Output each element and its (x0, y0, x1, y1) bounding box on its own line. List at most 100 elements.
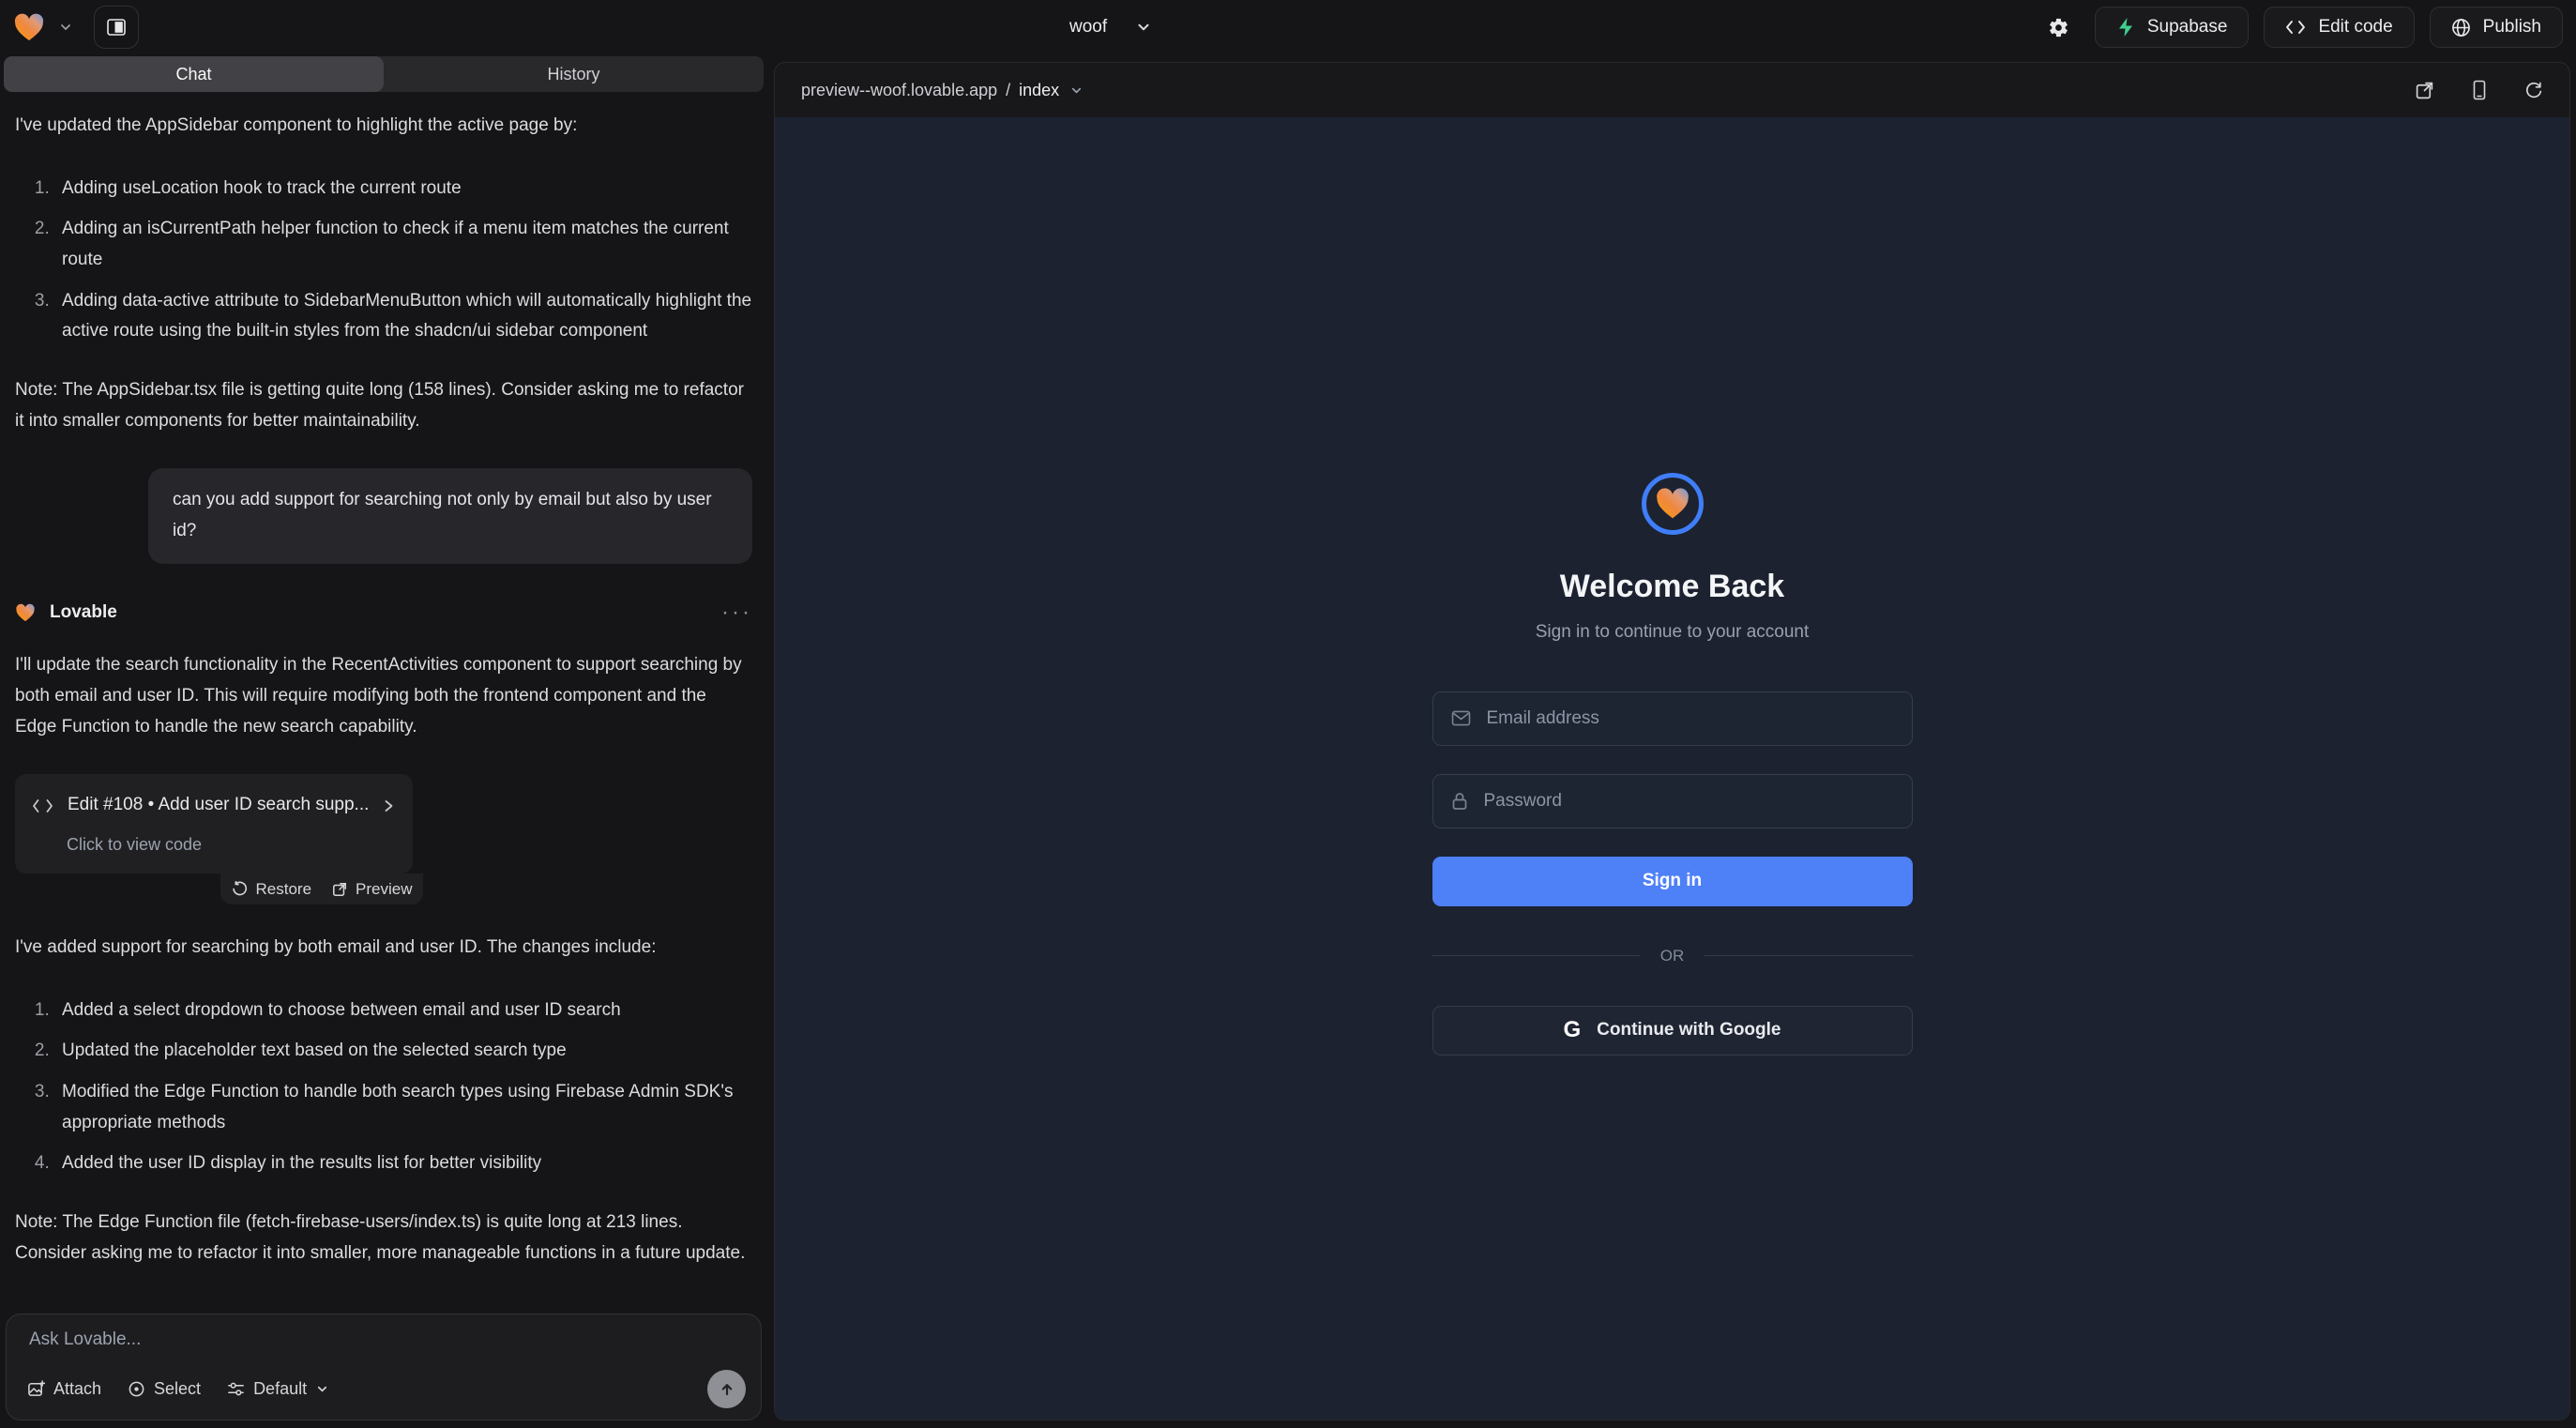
edit-card-actions: Restore Preview (220, 874, 423, 904)
mobile-view-icon[interactable] (2472, 80, 2487, 100)
tab-history-label: History (547, 65, 599, 84)
message-menu-button[interactable]: ··· (721, 601, 752, 624)
select-element-button[interactable]: Select (128, 1379, 201, 1399)
list-item: Modified the Edge Function to handle bot… (54, 1077, 752, 1138)
assistant-message-note: Note: The Edge Function file (fetch-fire… (15, 1208, 752, 1268)
chat-panel: Chat History I've updated the AppSidebar… (0, 54, 767, 1428)
path-separator: / (1006, 81, 1010, 100)
edit-card-title: Edit #108 • Add user ID search supp... (68, 790, 368, 821)
panel-layout-icon (106, 17, 127, 38)
edit-version-card[interactable]: Edit #108 • Add user ID search supp... C… (15, 774, 413, 874)
preview-button-label: Preview (356, 875, 412, 903)
attach-image-icon (27, 1380, 45, 1398)
list-item: Added the user ID display in the results… (54, 1148, 752, 1179)
user-message-text: can you add support for searching not on… (173, 490, 712, 540)
restore-button[interactable]: Restore (232, 875, 312, 903)
assistant-message-list: Adding useLocation hook to track the cur… (15, 174, 752, 347)
lovable-heart-icon (15, 603, 36, 622)
tab-history[interactable]: History (384, 56, 764, 92)
list-item: Added a select dropdown to choose betwee… (54, 995, 752, 1026)
code-brackets-icon (2285, 19, 2306, 36)
google-sign-in-button[interactable]: G Continue with Google (1432, 1006, 1913, 1056)
supabase-button[interactable]: Supabase (2095, 7, 2250, 48)
send-button[interactable] (707, 1370, 746, 1408)
open-in-new-tab-icon[interactable] (2415, 81, 2434, 100)
mode-selector-label: Default (253, 1379, 307, 1399)
assistant-message-text: I've added support for searching by both… (15, 933, 752, 964)
assistant-name: Lovable (50, 598, 117, 629)
preview-app-viewport: Welcome Back Sign in to continue to your… (775, 117, 2569, 1420)
project-switcher[interactable]: woof (1069, 0, 1152, 54)
or-divider: OR (1432, 947, 1913, 965)
mode-selector[interactable]: Default (227, 1379, 329, 1399)
email-field-wrapper (1432, 691, 1913, 746)
tab-chat-label: Chat (175, 65, 211, 84)
sidebar-toggle-button[interactable] (94, 6, 139, 49)
select-button-label: Select (154, 1379, 201, 1399)
publish-button[interactable]: Publish (2430, 7, 2563, 48)
page-title: Welcome Back (1560, 569, 1784, 605)
assistant-message-list: Added a select dropdown to choose betwee… (15, 995, 752, 1179)
tab-chat[interactable]: Chat (4, 56, 384, 92)
user-message-bubble: can you add support for searching not on… (148, 468, 752, 563)
sign-in-button[interactable]: Sign in (1432, 857, 1913, 906)
attach-button-label: Attach (53, 1379, 101, 1399)
page-subtitle: Sign in to continue to your account (1536, 622, 1810, 643)
google-g-icon: G (1564, 1019, 1582, 1041)
edit-code-button[interactable]: Edit code (2264, 7, 2414, 48)
assistant-message-text: You can now search for users by either t… (15, 1300, 752, 1304)
preview-url[interactable]: preview--woof.lovable.app (801, 81, 997, 100)
mode-chevron-down-icon (315, 1382, 329, 1396)
attach-button[interactable]: Attach (27, 1379, 101, 1399)
divider-line (1432, 955, 1640, 956)
chevron-right-icon (382, 798, 396, 813)
chat-composer[interactable]: Attach Select (6, 1314, 762, 1420)
edit-card-subtitle: Click to view code (67, 830, 396, 859)
project-name: woof (1069, 17, 1107, 38)
preview-url-bar: preview--woof.lovable.app / index (775, 63, 2569, 117)
refresh-icon[interactable] (2524, 81, 2543, 99)
login-card: Welcome Back Sign in to continue to your… (1432, 473, 1913, 1056)
list-item: Adding data-active attribute to SidebarM… (54, 286, 752, 347)
sliders-icon (227, 1380, 245, 1398)
brand[interactable] (13, 12, 73, 42)
edit-code-button-label: Edit code (2318, 17, 2392, 38)
preview-button[interactable]: Preview (332, 875, 412, 903)
chat-history-tabs: Chat History (4, 56, 764, 92)
assistant-message-note: Note: The AppSidebar.tsx file is getting… (15, 375, 752, 436)
settings-button[interactable] (2038, 7, 2080, 48)
code-icon (32, 798, 53, 813)
publish-button-label: Publish (2483, 17, 2541, 38)
chat-input[interactable] (29, 1329, 738, 1367)
restore-button-label: Restore (256, 875, 312, 903)
page-chevron-down-icon[interactable] (1069, 84, 1083, 98)
target-icon (128, 1380, 145, 1398)
restore-icon (232, 881, 248, 897)
open-preview-icon (332, 882, 347, 897)
list-item: Updated the placeholder text based on th… (54, 1036, 752, 1067)
assistant-message-text: I'll update the search functionality in … (15, 650, 752, 742)
google-button-label: Continue with Google (1597, 1020, 1780, 1041)
assistant-message-text: I've updated the AppSidebar component to… (15, 111, 752, 142)
lovable-heart-logo-icon (13, 12, 45, 42)
app-logo (1642, 473, 1704, 535)
composer-toolbar: Attach Select (27, 1370, 746, 1408)
preview-page-name[interactable]: index (1019, 81, 1059, 100)
chat-message-list[interactable]: I've updated the AppSidebar component to… (0, 92, 767, 1304)
divider-line (1705, 955, 1912, 956)
globe-icon (2451, 18, 2471, 38)
list-item: Adding an isCurrentPath helper function … (54, 214, 752, 275)
preview-panel: preview--woof.lovable.app / index (774, 62, 2570, 1420)
supabase-bolt-icon (2116, 17, 2135, 38)
envelope-icon (1451, 710, 1471, 726)
brand-chevron-down-icon (58, 20, 73, 35)
assistant-header: Lovable ··· (15, 598, 752, 629)
email-field[interactable] (1485, 707, 1894, 730)
list-item: Adding useLocation hook to track the cur… (54, 174, 752, 205)
password-field[interactable] (1482, 790, 1894, 813)
topbar: woof Supabase (0, 0, 2576, 54)
project-chevron-down-icon (1135, 19, 1152, 36)
lock-icon (1451, 792, 1468, 811)
arrow-up-icon (719, 1381, 735, 1398)
supabase-button-label: Supabase (2147, 17, 2228, 38)
